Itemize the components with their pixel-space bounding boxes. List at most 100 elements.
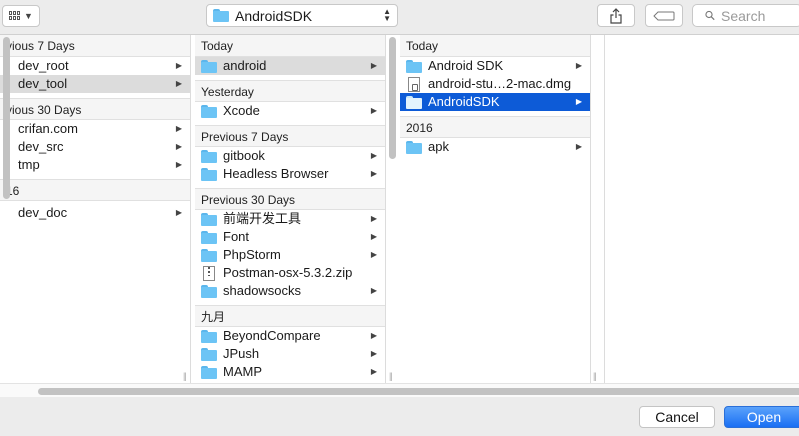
share-icon [610, 7, 622, 24]
item-label: android [223, 58, 267, 73]
chevron-right-icon: ▶ [175, 160, 182, 169]
chevron-right-icon: ▶ [175, 61, 182, 70]
toolbar: ▼ AndroidSDK ▲ ▼ [0, 0, 799, 34]
section-header: Previous 7 Days [195, 125, 385, 147]
chevron-right-icon: ▶ [370, 169, 377, 178]
chevron-right-icon: ▶ [370, 61, 377, 70]
list-item-gitbook[interactable]: gitbook ▶ [195, 147, 385, 165]
zip-file-icon [203, 265, 215, 281]
list-item-androidsdk-selected[interactable]: AndroidSDK ▶ [400, 93, 590, 111]
folder-icon [406, 140, 422, 154]
chevron-right-icon: ▶ [175, 79, 182, 88]
chevron-right-icon: ▶ [575, 97, 582, 106]
horizontal-scroll-thumb[interactable] [38, 388, 799, 395]
list-item-beyondcompare[interactable]: BeyondCompare ▶ [195, 327, 385, 345]
list-item-dev-tool[interactable]: dev_tool ▶ [0, 75, 190, 93]
list-item-xcode[interactable]: Xcode ▶ [195, 102, 385, 120]
location-popup[interactable]: AndroidSDK ▲ ▼ [206, 4, 398, 27]
list-item-dev-doc[interactable]: dev_doc ▶ [0, 204, 190, 222]
column-2-scrollbar[interactable] [389, 37, 396, 159]
column-1[interactable]: vious 7 Days dev_root ▶ dev_tool ▶ vious… [0, 35, 190, 383]
item-label: apk [428, 139, 449, 154]
list-item-frontend-tools[interactable]: 前端开发工具 ▶ [195, 210, 385, 228]
list-item-font[interactable]: Font ▶ [195, 228, 385, 246]
tag-button[interactable] [645, 4, 683, 27]
item-label: Font [223, 229, 250, 244]
item-label: tmp [18, 157, 40, 172]
list-item-postman-zip[interactable]: Postman-osx-5.3.2.zip [195, 264, 385, 282]
folder-icon [201, 104, 217, 118]
folder-icon [201, 167, 217, 181]
horizontal-scrollbar[interactable] [0, 383, 799, 397]
item-label: BeyondCompare [223, 328, 321, 343]
item-label: Postman-osx-5.3.2.zip [223, 265, 353, 280]
open-button[interactable]: Open [724, 406, 799, 428]
section-header: 九月 [195, 305, 385, 327]
section-header: Today [195, 35, 385, 57]
list-item-mamp[interactable]: MAMP ▶ [195, 363, 385, 381]
item-label: dev_doc [18, 205, 68, 220]
item-label: crifan.com [18, 121, 78, 136]
list-item-dev-root[interactable]: dev_root ▶ [0, 57, 190, 75]
item-label: android-stu…2-mac.dmg [428, 76, 572, 91]
cancel-button[interactable]: Cancel [639, 406, 715, 428]
list-item-phpstorm[interactable]: PhpStorm ▶ [195, 246, 385, 264]
column-1-scrollbar[interactable] [3, 37, 10, 199]
column-resize-handle[interactable]: || [593, 371, 597, 381]
list-item-shadowsocks[interactable]: shadowsocks ▶ [195, 282, 385, 300]
column-4[interactable] [605, 35, 799, 383]
chevron-right-icon: ▶ [370, 250, 377, 259]
chevron-right-icon: ▶ [575, 142, 582, 151]
section-header: 2016 [400, 116, 590, 138]
column-divider [604, 35, 605, 383]
item-label: MAMP [223, 364, 262, 379]
list-item-headless-browser[interactable]: Headless Browser ▶ [195, 165, 385, 183]
list-item-dev-src[interactable]: dev_src ▶ [0, 138, 190, 156]
folder-icon [201, 149, 217, 163]
folder-icon [201, 230, 217, 244]
list-item-tmp[interactable]: tmp ▶ [0, 156, 190, 174]
share-button[interactable] [597, 4, 635, 27]
list-item-android[interactable]: android ▶ [195, 57, 385, 75]
chevron-right-icon: ▶ [370, 151, 377, 160]
folder-icon [201, 329, 217, 343]
list-item-jpush[interactable]: JPush ▶ [195, 345, 385, 363]
item-label: JPush [223, 346, 260, 361]
item-label: AndroidSDK [428, 94, 500, 109]
chevron-right-icon: ▶ [370, 232, 377, 241]
list-item-android-studio-dmg[interactable]: android-stu…2-mac.dmg [400, 75, 590, 93]
chevron-right-icon: ▶ [370, 331, 377, 340]
folder-icon [201, 365, 217, 379]
disk-image-icon [408, 76, 420, 92]
list-item-android-sdk[interactable]: Android SDK ▶ [400, 57, 590, 75]
column-divider [190, 35, 191, 383]
item-label: shadowsocks [223, 283, 302, 298]
column-2[interactable]: Today android ▶ Yesterday Xcode ▶ Previo… [195, 35, 385, 383]
folder-icon [201, 59, 217, 73]
item-label: Headless Browser [223, 166, 329, 181]
dialog-footer: Cancel Open [0, 397, 799, 436]
section-header: Today [400, 35, 590, 57]
column-resize-handle[interactable]: || [183, 371, 187, 381]
column-3[interactable]: Today Android SDK ▶ android-stu…2-mac.dm… [400, 35, 590, 383]
section-header: 16 [0, 179, 190, 201]
item-label: gitbook [223, 148, 265, 163]
item-label: dev_src [18, 139, 64, 154]
folder-icon [406, 59, 422, 73]
search-input[interactable] [721, 7, 799, 24]
search-icon [705, 10, 715, 21]
section-header: vious 30 Days [0, 98, 190, 120]
list-item-crifan[interactable]: crifan.com ▶ [0, 120, 190, 138]
item-label: PhpStorm [223, 247, 281, 262]
item-label: dev_root [18, 58, 69, 73]
folder-icon [201, 212, 217, 226]
column-resize-handle[interactable]: || [389, 371, 393, 381]
view-mode-button[interactable]: ▼ [2, 5, 40, 27]
column-browser: vious 7 Days dev_root ▶ dev_tool ▶ vious… [0, 34, 799, 397]
item-label: 前端开发工具 [223, 211, 302, 226]
chevron-right-icon: ▶ [175, 142, 182, 151]
section-header: Previous 30 Days [195, 188, 385, 210]
list-item-apk[interactable]: apk ▶ [400, 138, 590, 156]
item-label: Android SDK [428, 58, 504, 73]
search-field[interactable] [692, 4, 799, 27]
